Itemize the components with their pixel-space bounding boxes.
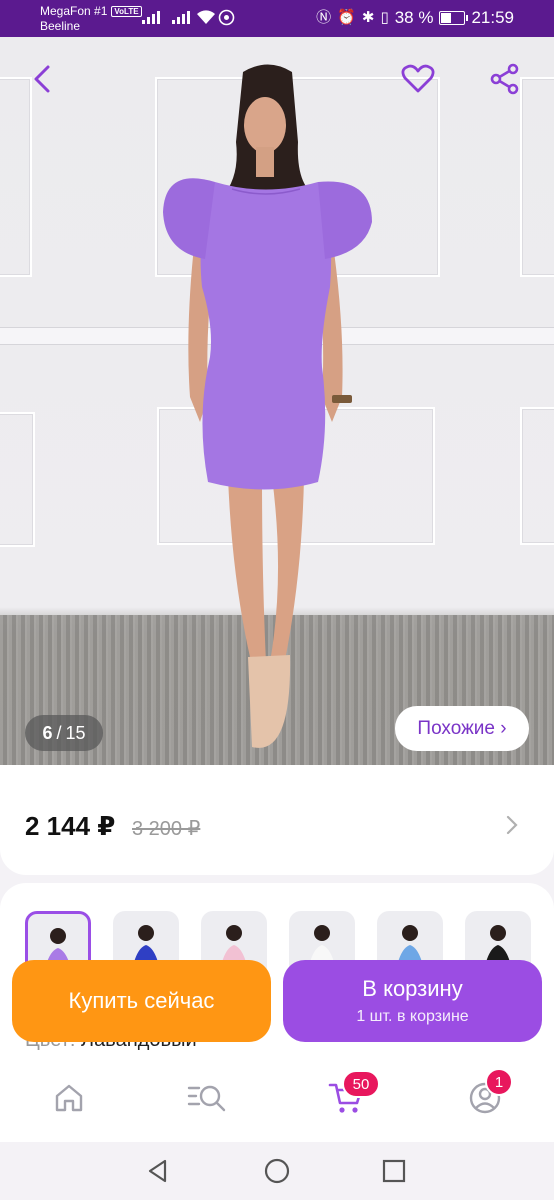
price-card[interactable]: 2 144 ₽ 3 200 ₽ — [0, 765, 554, 875]
share-button[interactable] — [483, 57, 527, 101]
whatsapp-icon — [218, 9, 235, 26]
status-right: Ⓝ ⏰ ✱ ▯ 38 % 21:59 — [316, 8, 514, 28]
photo-total: 15 — [65, 722, 86, 743]
similar-button[interactable]: Похожие › — [395, 706, 529, 751]
current-price: 2 144 ₽ — [25, 811, 116, 841]
system-home-button[interactable] — [262, 1156, 292, 1186]
clock: 21:59 — [471, 8, 514, 27]
product-photo[interactable]: 6 / 15 Похожие › — [0, 37, 554, 775]
bottom-nav: 50 1 — [0, 1052, 554, 1142]
system-recents-button[interactable] — [379, 1156, 409, 1186]
back-button[interactable] — [20, 57, 64, 101]
triangle-back-icon — [148, 1159, 167, 1183]
carrier1-label: MegaFon #1 — [40, 4, 108, 18]
system-back-button[interactable] — [143, 1156, 173, 1186]
profile-badge: 1 — [485, 1068, 513, 1096]
volte-badge: VoLTE — [111, 6, 142, 17]
photo-current: 6 — [42, 722, 53, 743]
buy-now-button[interactable]: Купить сейчас — [12, 960, 271, 1042]
circle-home-icon — [264, 1158, 290, 1184]
photo-separator: / — [56, 722, 62, 743]
signal1-icon — [142, 10, 160, 24]
square-recents-icon — [382, 1159, 406, 1183]
cart-badge: 50 — [342, 1070, 380, 1098]
favorite-button[interactable] — [396, 57, 440, 101]
battery-level — [441, 13, 451, 23]
add-to-cart-label: В корзину — [362, 976, 463, 1001]
old-price: 3 200 ₽ — [132, 818, 201, 840]
home-icon — [55, 1084, 83, 1112]
wifi-icon — [197, 10, 215, 24]
share-icon — [490, 63, 519, 95]
nfc-icon: Ⓝ — [316, 9, 332, 26]
system-nav-bar — [0, 1142, 554, 1200]
nav-home[interactable] — [49, 1078, 89, 1118]
status-bar: MegaFon #1 VoLTE Beeline Ⓝ ⏰ ✱ ▯ 38 % 21… — [0, 0, 554, 37]
catalog-search-icon — [187, 1085, 226, 1112]
product-screen: MegaFon #1 VoLTE Beeline Ⓝ ⏰ ✱ ▯ 38 % 21… — [0, 0, 554, 1200]
battery-icon — [439, 11, 469, 25]
vibrate-icon: ▯ — [380, 9, 389, 26]
signal2-icon — [172, 10, 190, 24]
back-arrow-icon — [34, 65, 50, 93]
photo-counter: 6 / 15 — [25, 715, 103, 751]
add-to-cart-button[interactable]: В корзину 1 шт. в корзине — [283, 960, 542, 1042]
model-figure — [163, 64, 372, 748]
carrier2-label: Beeline — [40, 19, 81, 33]
heart-icon — [401, 64, 435, 93]
chevron-right-icon — [506, 815, 518, 835]
in-cart-label: 1 шт. в корзине — [356, 1008, 469, 1025]
battery-percent: 38 % — [394, 8, 434, 27]
bluetooth-icon: ✱ — [361, 9, 375, 26]
nav-catalog-search[interactable] — [187, 1078, 227, 1118]
carrier-info: MegaFon #1 VoLTE Beeline — [40, 4, 142, 34]
alarm-icon: ⏰ — [337, 9, 356, 26]
